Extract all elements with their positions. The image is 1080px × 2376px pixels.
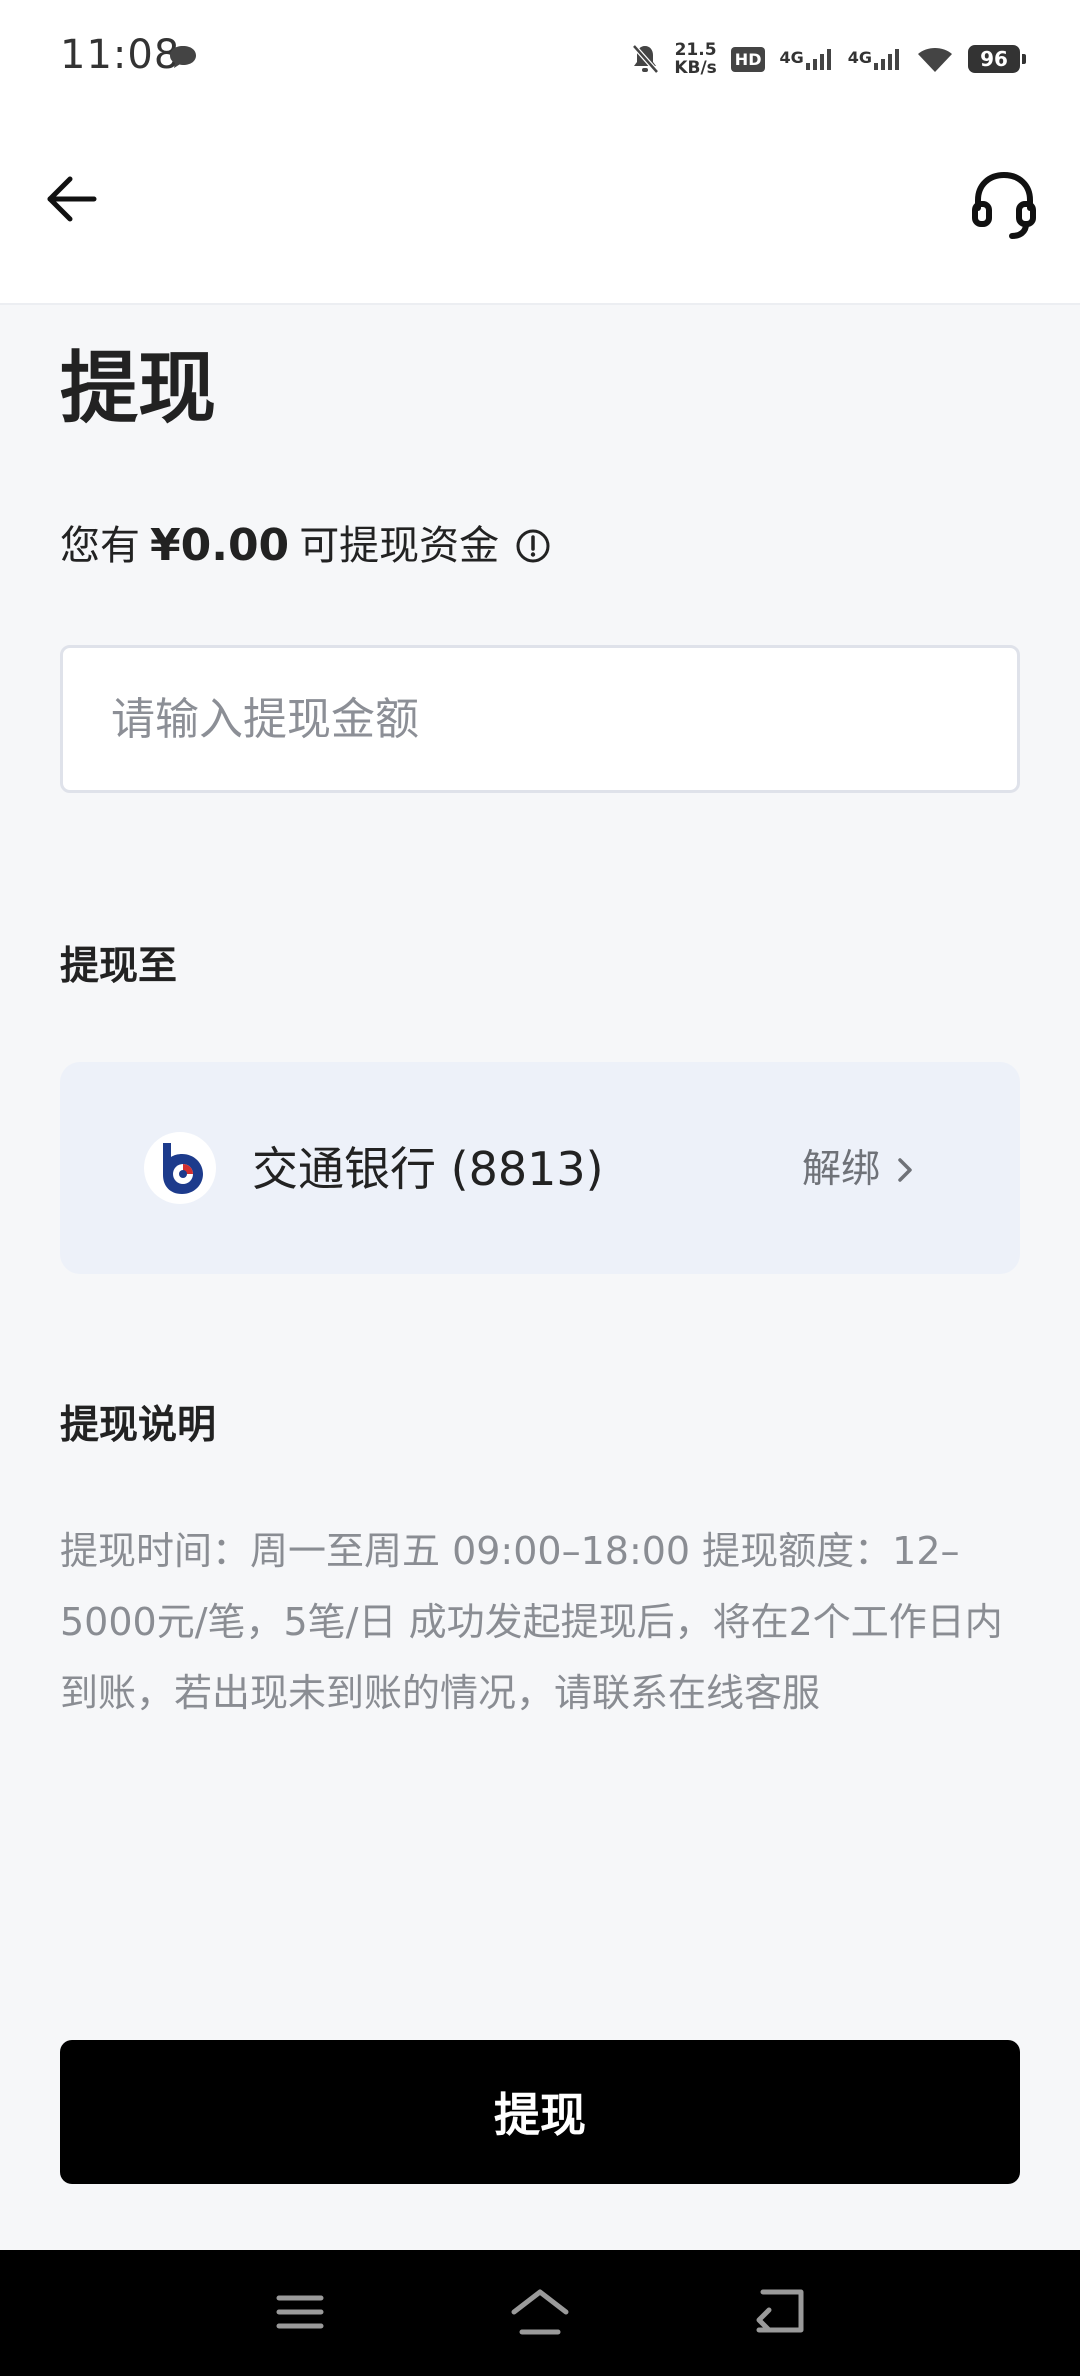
page-title: 提现 (60, 344, 217, 434)
back-icon (756, 2289, 804, 2333)
status-icons: 21.5 KB/s HD 4G 4G 96 (630, 34, 1026, 84)
signal-label: 4G (847, 48, 872, 67)
back-nav-button[interactable] (740, 2280, 820, 2344)
instructions-text: 提现时间：周一至周五 09:00–18:00 提现额度：12–5000元/笔，5… (60, 1529, 1003, 1715)
withdraw-to-label: 提现至 (60, 944, 178, 989)
headset-icon (972, 171, 1036, 239)
hd-label: HD (730, 46, 766, 72)
available-balance: 您有 ¥0.00 可提现资金 (60, 518, 551, 574)
menu-icon (276, 2295, 324, 2329)
balance-amount: ¥0.00 (150, 520, 290, 571)
unbind-label: 解绑 (801, 1147, 880, 1192)
bank-name: 交通银行 (8813) (252, 1142, 604, 1196)
wifi-icon (916, 45, 954, 73)
balance-suffix: 可提现资金 (299, 523, 500, 569)
withdraw-amount-input[interactable] (60, 645, 1020, 793)
signal-label: 4G (779, 48, 804, 67)
withdraw-submit-button[interactable]: 提现 (60, 2040, 1020, 2184)
net-speed-value: 21.5 (674, 40, 717, 60)
net-speed: 21.5 KB/s (674, 41, 716, 77)
unbind-button[interactable]: 解绑 (802, 1142, 914, 1198)
back-arrow-icon (47, 176, 97, 222)
status-time: 11:08 (60, 32, 181, 78)
customer-service-button[interactable] (964, 165, 1044, 245)
battery-level: 96 (980, 47, 1008, 71)
system-nav-bar (0, 2250, 1080, 2376)
message-icon (170, 46, 196, 68)
bank-of-communications-logo (144, 1132, 216, 1204)
signal-icon: 4G (848, 48, 902, 70)
info-circle-icon[interactable] (515, 528, 551, 564)
mute-bell-icon (630, 43, 660, 75)
menu-button[interactable] (260, 2280, 340, 2344)
chevron-right-icon (898, 1158, 912, 1182)
net-speed-unit: KB/s (674, 58, 717, 78)
hd-icon: HD (730, 46, 766, 72)
home-button[interactable] (500, 2280, 580, 2344)
status-bar: 11:08 21.5 KB/s HD 4G 4G 96 (0, 0, 1080, 115)
instructions-label: 提现说明 (60, 1403, 217, 1448)
balance-prefix: 您有 (60, 523, 140, 569)
app-header (0, 115, 1080, 305)
back-button[interactable] (38, 165, 106, 233)
battery-icon: 96 (968, 45, 1026, 73)
bank-card[interactable]: 交通银行 (8813) 解绑 (60, 1062, 1020, 1274)
signal-icon: 4G (779, 48, 833, 70)
home-icon (511, 2289, 569, 2335)
